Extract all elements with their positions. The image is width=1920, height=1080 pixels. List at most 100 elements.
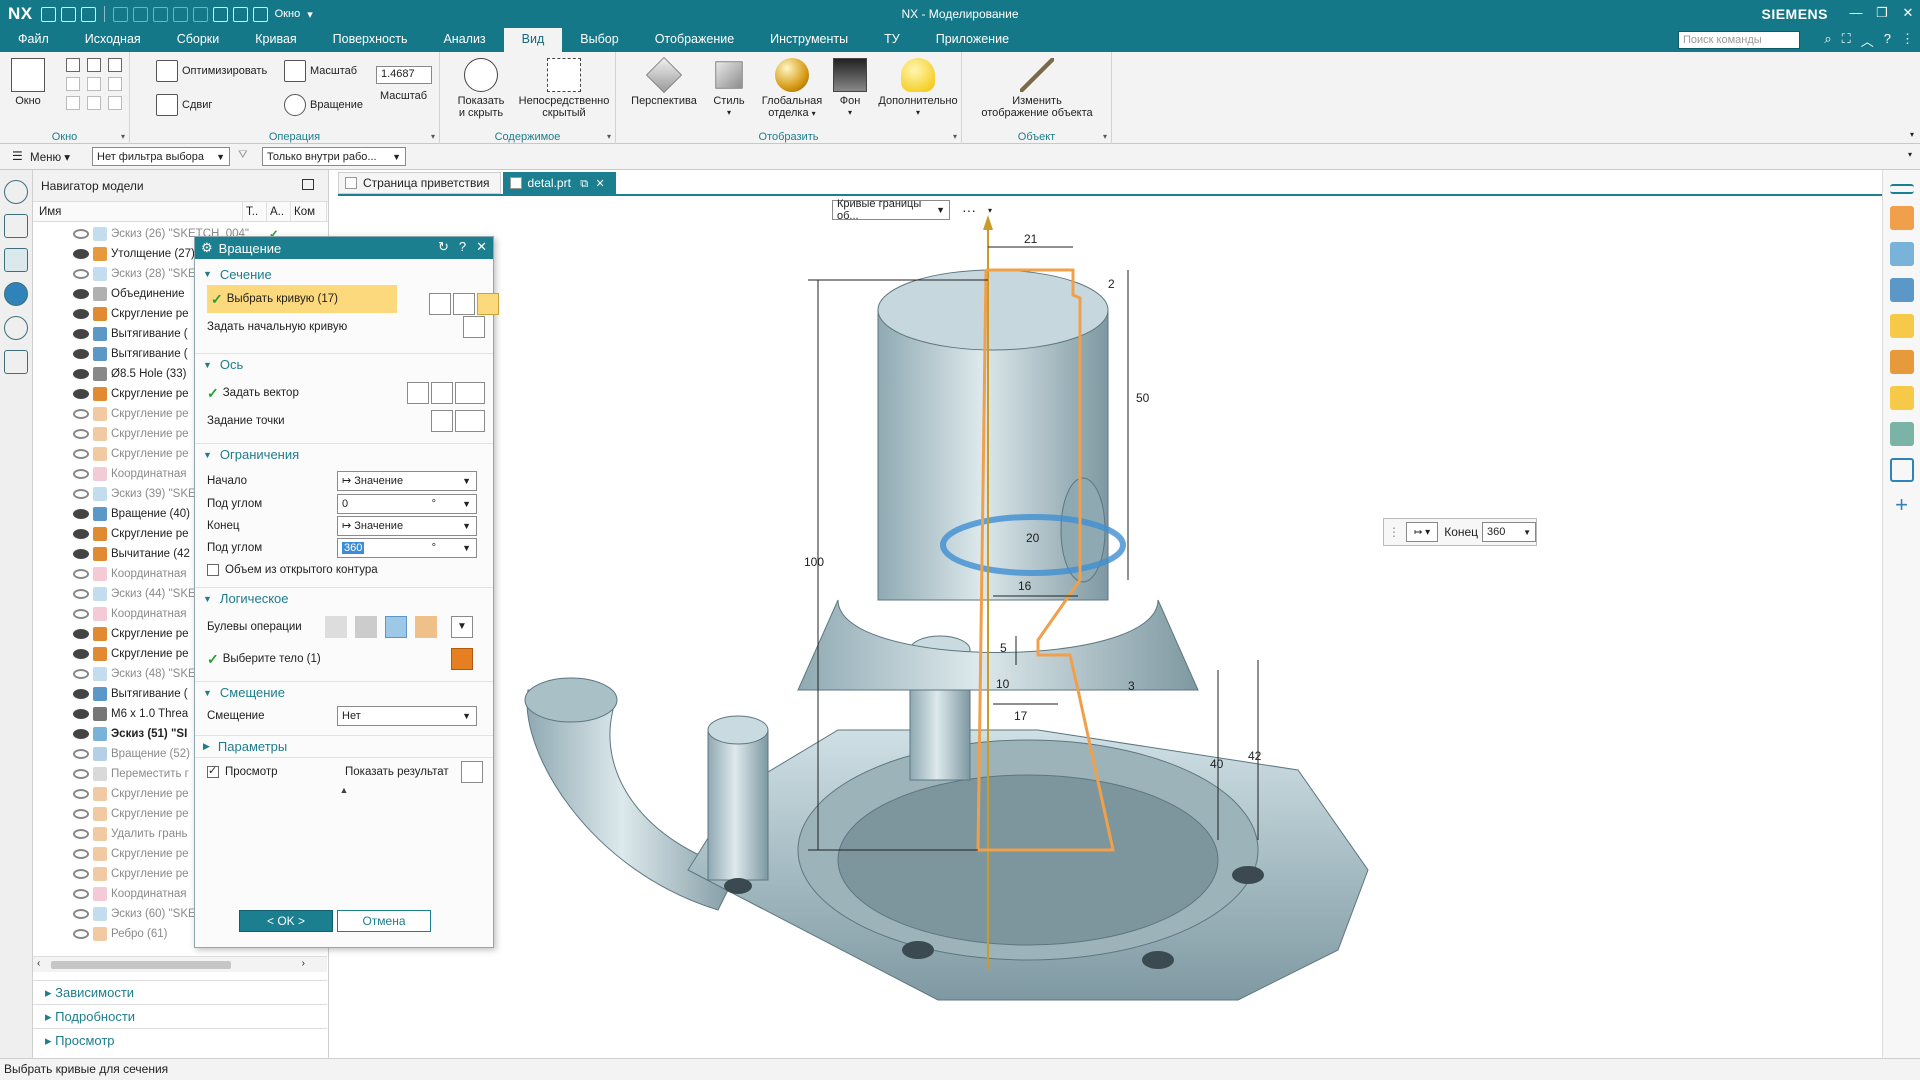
group-dropdown-icon[interactable]: ▾: [121, 132, 125, 141]
layers-icon[interactable]: [1889, 278, 1914, 302]
rotate-button[interactable]: Вращение: [284, 94, 363, 116]
scale-value-input[interactable]: 1.4687: [376, 66, 432, 84]
selection-scope-dropdown[interactable]: Только внутри рабо... ▼: [262, 147, 406, 166]
sketch-section-icon[interactable]: [453, 293, 475, 315]
visibility-eye-icon[interactable]: [73, 589, 89, 599]
selection-filter-dropdown[interactable]: Нет фильтра выбора ▼: [92, 147, 230, 166]
window-menu[interactable]: Окно: [275, 8, 301, 20]
intersect-icon[interactable]: [415, 616, 437, 638]
pop-out-icon[interactable]: ⧉: [580, 178, 588, 190]
undo-icon[interactable]: [112, 6, 128, 22]
visibility-eye-icon[interactable]: [73, 289, 89, 299]
window-button[interactable]: Окно: [8, 58, 48, 107]
tab-file[interactable]: Файл: [0, 28, 67, 52]
global-finish-button[interactable]: Глобальная отделка ▾: [756, 58, 828, 120]
layout-icon[interactable]: [87, 96, 101, 110]
visibility-eye-icon[interactable]: [73, 249, 89, 259]
section-header-axis[interactable]: ▼ Ось: [195, 353, 493, 375]
tab-home[interactable]: Исходная: [67, 28, 159, 52]
panel-details[interactable]: ▸ Подробности: [33, 1004, 327, 1028]
chevron-down-icon[interactable]: ▾: [988, 206, 992, 215]
offset-dropdown[interactable]: Нет ▼: [337, 706, 477, 726]
onscreen-end-value[interactable]: 360 ▼: [1482, 522, 1536, 542]
layout-icon[interactable]: [108, 96, 122, 110]
section-header-limits[interactable]: ▼ Ограничения: [195, 443, 493, 465]
visibility-eye-icon[interactable]: [73, 709, 89, 719]
three-view-icon[interactable]: [108, 58, 122, 72]
reset-icon[interactable]: ↻: [438, 239, 449, 255]
visibility-eye-icon[interactable]: [73, 789, 89, 799]
tab-welcome-page[interactable]: Страница приветствия: [338, 172, 501, 194]
selbar-overflow-icon[interactable]: ▾: [1908, 150, 1912, 159]
collapse-ribbon-icon[interactable]: ︿: [1861, 31, 1874, 50]
layout-icon[interactable]: [66, 96, 80, 110]
reverse-direction-icon[interactable]: [431, 382, 453, 404]
cancel-button[interactable]: Отмена: [337, 910, 431, 932]
solid-body-icon[interactable]: [451, 648, 473, 670]
visibility-eye-icon[interactable]: [73, 769, 89, 779]
command-search-input[interactable]: Поиск команды: [1678, 31, 1800, 49]
visibility-eye-icon[interactable]: [73, 229, 89, 239]
visibility-eye-icon[interactable]: [73, 869, 89, 879]
touch-mode-icon[interactable]: [232, 6, 248, 22]
cut-icon[interactable]: [152, 6, 168, 22]
start-type-dropdown[interactable]: ↦ Значение ▼: [337, 471, 477, 491]
section-header-parameters[interactable]: ▶ Параметры: [195, 735, 493, 757]
start-curve-icon[interactable]: [463, 316, 485, 338]
fullscreen-icon[interactable]: ⛶: [1842, 31, 1851, 50]
tab-pmi[interactable]: ТУ: [866, 28, 918, 52]
panel-preview[interactable]: ▸ Просмотр: [33, 1028, 327, 1052]
layout-icon[interactable]: [87, 77, 101, 91]
visibility-eye-icon[interactable]: [73, 809, 89, 819]
visibility-eye-icon[interactable]: [73, 309, 89, 319]
visibility-eye-icon[interactable]: [73, 729, 89, 739]
scroll-left-icon[interactable]: ‹: [37, 958, 40, 969]
more-options-icon[interactable]: ···: [962, 202, 976, 218]
preview-checkbox[interactable]: [207, 764, 219, 778]
solid-body-icon[interactable]: [1889, 350, 1914, 374]
view-filter-dropdown[interactable]: Кривые границы об... ▼: [832, 198, 950, 222]
vector-type-icon[interactable]: [455, 382, 485, 404]
chevron-down-icon[interactable]: ▾: [307, 8, 313, 21]
unite-icon[interactable]: [355, 616, 377, 638]
collapse-arrow-icon[interactable]: ▲: [195, 785, 493, 801]
block-icon[interactable]: [1889, 242, 1914, 266]
visibility-eye-icon[interactable]: [73, 569, 89, 579]
repeat-command-icon[interactable]: [212, 6, 228, 22]
ribbon-options-icon[interactable]: ⋮: [1901, 31, 1914, 50]
feature-icon[interactable]: [1889, 206, 1914, 230]
new-file-icon[interactable]: [40, 6, 56, 22]
subtract-icon[interactable]: [385, 616, 407, 638]
visibility-eye-icon[interactable]: [73, 549, 89, 559]
web-browser-icon[interactable]: [4, 282, 28, 306]
ribbon-overflow-icon[interactable]: ▾: [1910, 130, 1914, 139]
limit-type-dropdown[interactable]: ↦ ▾: [1406, 522, 1439, 542]
style-button[interactable]: Стиль ▾: [704, 58, 754, 119]
tab-assemblies[interactable]: Сборки: [159, 28, 238, 52]
visibility-eye-icon[interactable]: [73, 629, 89, 639]
history-icon[interactable]: [4, 316, 28, 340]
magnifier-icon[interactable]: [461, 761, 483, 783]
copy-icon[interactable]: [172, 6, 188, 22]
tab-detal-prt[interactable]: detal.prt ⧉ ✕: [502, 172, 616, 194]
direct-hide-button[interactable]: Непосредственно скрытый: [514, 58, 614, 119]
visibility-eye-icon[interactable]: [73, 509, 89, 519]
visibility-eye-icon[interactable]: [73, 849, 89, 859]
left-boss[interactable]: [707, 729, 769, 881]
layout-icon[interactable]: [108, 77, 122, 91]
horizontal-scrollbar[interactable]: ‹ ›: [33, 956, 327, 972]
model-viewport[interactable]: 21 2 50 20 16 5 10 3 17 100 40 42 Y X Z: [338, 170, 1882, 1058]
layout-icon[interactable]: [66, 77, 80, 91]
cross-icon[interactable]: [429, 293, 451, 315]
tab-application[interactable]: Приложение: [918, 28, 1027, 52]
maximize-panel-icon[interactable]: [302, 179, 314, 190]
drag-handle-icon[interactable]: ⋮: [1388, 525, 1400, 539]
background-button[interactable]: Фон ▾: [830, 58, 870, 119]
end-angle-input[interactable]: 360 ° ▼: [337, 538, 477, 558]
filter-icon[interactable]: ⛛: [238, 149, 248, 162]
assembly-navigator-icon[interactable]: [4, 248, 28, 272]
star-shape-icon[interactable]: [1889, 314, 1914, 338]
plus-icon[interactable]: +: [1890, 494, 1914, 518]
scrollbar-thumb[interactable]: [51, 961, 231, 969]
open-profile-checkbox[interactable]: [207, 564, 219, 576]
